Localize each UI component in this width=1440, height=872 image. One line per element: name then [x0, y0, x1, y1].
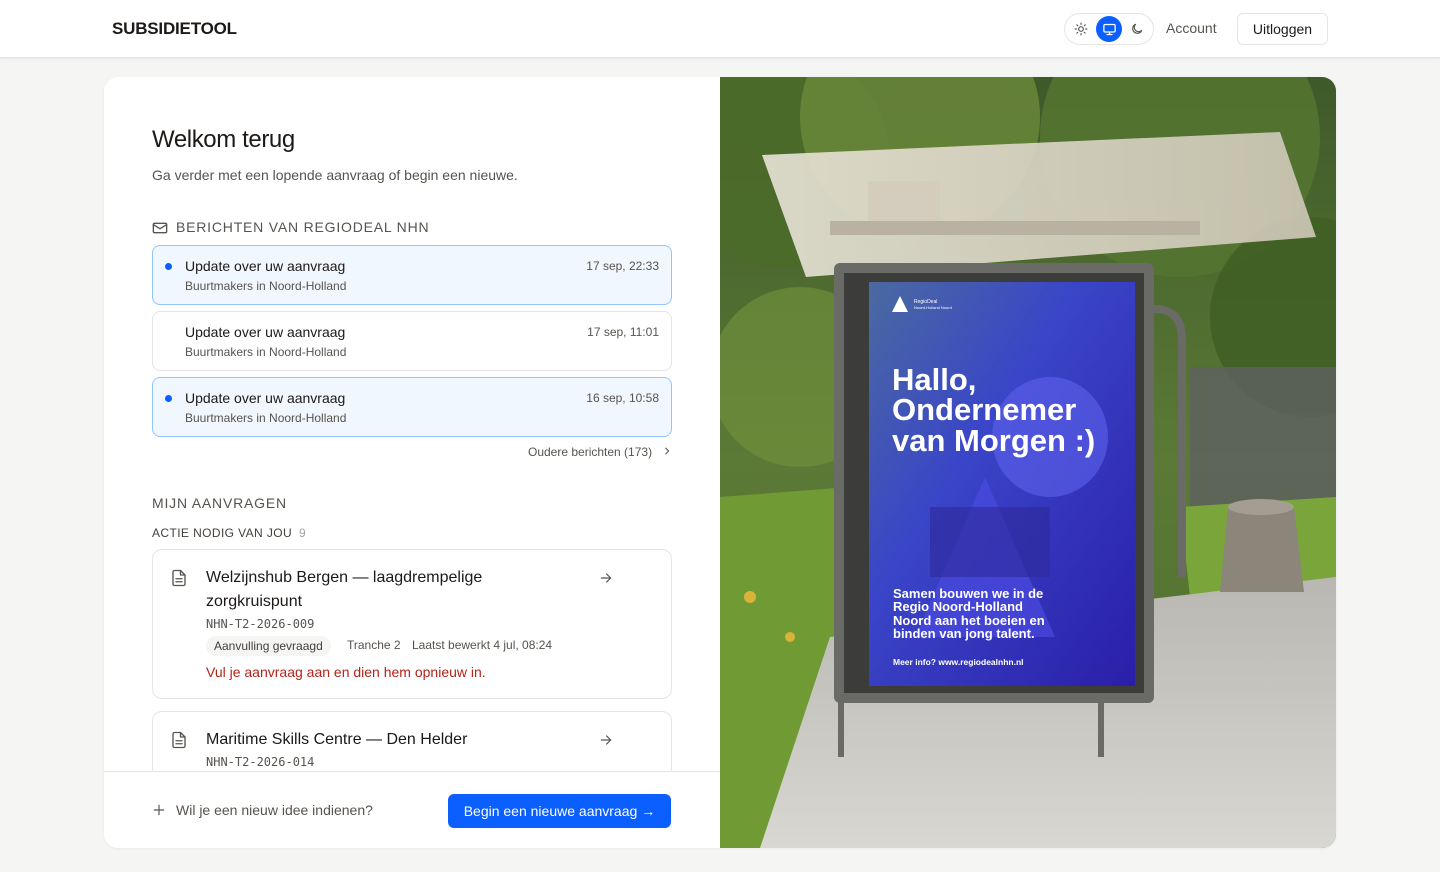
poster-body-line: binden van jong talent.: [893, 626, 1035, 641]
action-needed-heading: Actie nodig van jou: [152, 526, 293, 540]
arrow-right-icon[interactable]: [599, 571, 613, 585]
message-item[interactable]: Update over uw aanvraag Buurtmakers in N…: [152, 311, 672, 371]
last-edited-label: Laatst bewerkt 4 jul, 08:24: [412, 638, 553, 652]
application-card[interactable]: Welzijnshub Bergen — laagdrempelige zorg…: [152, 549, 672, 699]
plus-icon: [153, 804, 165, 816]
older-messages-link[interactable]: Oudere berichten (173): [528, 445, 652, 459]
brand-logo[interactable]: SUBSIDIETOOL: [112, 19, 237, 39]
application-code: NHN-T2-2026-014: [206, 755, 315, 769]
message-title: Update over uw aanvraag: [185, 324, 346, 340]
moon-icon: [1132, 23, 1143, 34]
message-subtitle: Buurtmakers in Noord-Holland: [185, 411, 347, 425]
message-time: 17 sep, 22:33: [586, 259, 659, 273]
application-meta: Aanvulling gevraagd Tranche 2 Laatst bew…: [206, 636, 606, 656]
tranche-label: Tranche 2: [347, 638, 401, 652]
message-subtitle: Buurtmakers in Noord-Holland: [185, 345, 347, 359]
status-badge: Aanvulling gevraagd: [206, 636, 331, 656]
page-subtitle: Ga verder met een lopende aanvraag of be…: [152, 167, 518, 183]
poster-headline-line: Ondernemer: [892, 392, 1076, 427]
poster-logo-sub: Noord-Holland Noord: [914, 305, 952, 310]
poster-body-line: Regio Noord-Holland: [893, 599, 1023, 614]
main-card: Welkom terug Ga verder met een lopende a…: [104, 77, 1336, 848]
account-link[interactable]: Account: [1166, 20, 1217, 36]
poster-url: Meer info? www.regiodealnhn.nl: [893, 657, 1024, 667]
dashboard-scroll-area[interactable]: Welkom terug Ga verder met een lopende a…: [104, 77, 720, 771]
document-icon: [172, 569, 186, 587]
message-time: 16 sep, 10:58: [586, 391, 659, 405]
messages-heading: Berichten van Regiodeal NHN: [176, 219, 430, 235]
new-idea-prompt: Wil je een nieuw idee indienen?: [176, 802, 373, 818]
dashboard-pane: Welkom terug Ga verder met een lopende a…: [104, 77, 720, 848]
action-warning: Vul je aanvraag aan en dien hem opnieuw …: [206, 664, 486, 680]
chevron-right-icon: [665, 447, 670, 455]
arrow-right-icon[interactable]: [599, 733, 613, 747]
poster-headline-line: van Morgen :): [892, 423, 1095, 458]
application-title: Maritime Skills Centre — Den Helder: [206, 731, 468, 748]
action-needed-count: 9: [299, 526, 306, 540]
new-application-button-label: Begin een nieuwe aanvraag: [463, 803, 638, 819]
application-card[interactable]: Maritime Skills Centre — Den Helder NHN-…: [152, 711, 672, 771]
top-bar: SUBSIDIETOOL Account Uitloggen: [0, 0, 1440, 58]
unread-dot: [165, 395, 172, 402]
message-title: Update over uw aanvraag: [185, 390, 346, 406]
message-item[interactable]: Update over uw aanvraag Buurtmakers in N…: [152, 377, 672, 437]
document-icon: [172, 731, 186, 749]
theme-system-button[interactable]: [1096, 16, 1122, 42]
bus-shelter-illustration: RegioDeal Noord-Holland Noord Hallo, Ond…: [720, 77, 1336, 848]
unread-dot: [165, 263, 172, 270]
sun-icon: [1074, 22, 1088, 36]
theme-dark-button[interactable]: [1124, 16, 1150, 42]
message-title: Update over uw aanvraag: [185, 258, 346, 274]
application-code: NHN-T2-2026-009: [206, 617, 315, 631]
theme-light-button[interactable]: [1068, 16, 1094, 42]
theme-switcher: [1064, 13, 1154, 45]
applications-heading: Mijn aanvragen: [152, 495, 287, 511]
arrow-right-icon: →: [641, 803, 656, 819]
message-subtitle: Buurtmakers in Noord-Holland: [185, 279, 347, 293]
new-application-button[interactable]: Begin een nieuwe aanvraag →: [448, 794, 671, 828]
monitor-icon: [1102, 23, 1116, 35]
hero-image: RegioDeal Noord-Holland Noord Hallo, Ond…: [720, 77, 1336, 848]
mail-icon: [152, 222, 168, 234]
logout-button[interactable]: Uitloggen: [1237, 13, 1328, 45]
message-time: 17 sep, 11:01: [587, 325, 659, 339]
page-title: Welkom terug: [152, 126, 295, 153]
application-title: Welzijnshub Bergen — laagdrempelige zorg…: [206, 569, 483, 610]
new-application-bar: Wil je een nieuw idee indienen? Begin ee…: [104, 771, 720, 848]
message-item[interactable]: Update over uw aanvraag Buurtmakers in N…: [152, 245, 672, 305]
